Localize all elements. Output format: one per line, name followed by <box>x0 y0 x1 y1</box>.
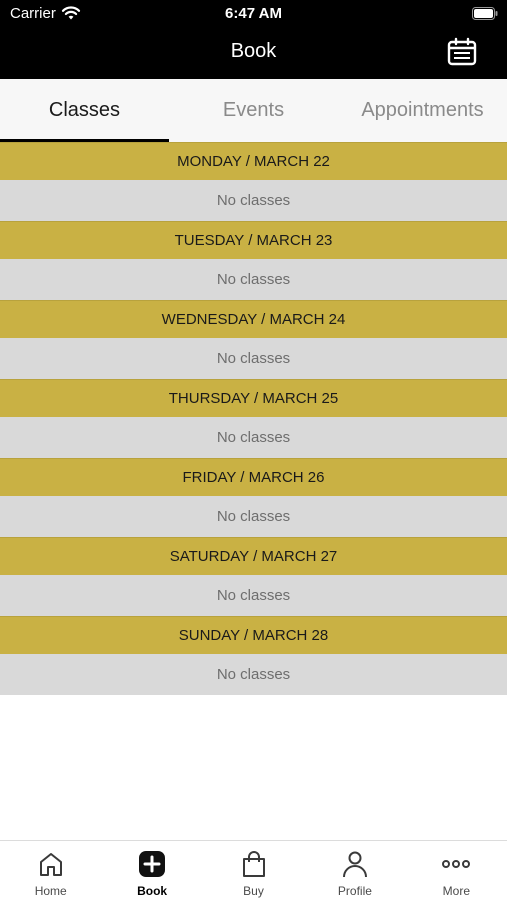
day-header: SUNDAY / MARCH 28 <box>0 616 507 654</box>
tabbar-label: Book <box>137 884 168 898</box>
no-classes-row: No classes <box>0 259 507 300</box>
no-classes-row: No classes <box>0 417 507 458</box>
tab-classes[interactable]: Classes <box>0 79 169 142</box>
status-bar: Carrier 6:47 AM <box>0 0 507 28</box>
tabbar-label: Profile <box>337 884 372 898</box>
day-header: MONDAY / MARCH 22 <box>0 142 507 180</box>
tabbar-label: Home <box>34 884 67 898</box>
more-icon <box>442 860 471 868</box>
bag-icon <box>242 851 265 877</box>
status-time: 6:47 AM <box>225 5 282 22</box>
class-schedule: MONDAY / MARCH 22 No classes TUESDAY / M… <box>0 142 507 695</box>
app-header: Carrier 6:47 AM Book <box>0 0 507 79</box>
calendar-button[interactable] <box>444 34 480 70</box>
day-header: WEDNESDAY / MARCH 24 <box>0 300 507 338</box>
tabbar-buy[interactable]: Buy <box>203 841 304 901</box>
home-icon <box>39 853 62 876</box>
day-header: TUESDAY / MARCH 23 <box>0 221 507 259</box>
no-classes-row: No classes <box>0 496 507 537</box>
bottom-tab-bar: Home Book Buy Profile More <box>0 840 507 901</box>
tab-appointments[interactable]: Appointments <box>338 79 507 142</box>
battery-icon <box>472 7 498 20</box>
tabbar-book[interactable]: Book <box>101 841 202 901</box>
no-classes-row: No classes <box>0 338 507 379</box>
no-classes-row: No classes <box>0 575 507 616</box>
tabbar-more[interactable]: More <box>406 841 507 901</box>
no-classes-row: No classes <box>0 180 507 221</box>
tab-events[interactable]: Events <box>169 79 338 142</box>
calendar-icon <box>447 37 477 66</box>
tabbar-label: More <box>442 884 470 898</box>
plus-icon <box>139 851 166 877</box>
tabbar-home[interactable]: Home <box>0 841 101 901</box>
tabbar-profile[interactable]: Profile <box>304 841 405 901</box>
day-header: FRIDAY / MARCH 26 <box>0 458 507 496</box>
day-header: SATURDAY / MARCH 27 <box>0 537 507 575</box>
tabbar-label: Buy <box>243 884 264 898</box>
page-title: Book <box>230 40 277 62</box>
booking-tabs: Classes Events Appointments <box>0 79 507 142</box>
person-icon <box>342 851 367 878</box>
day-header: THURSDAY / MARCH 25 <box>0 379 507 417</box>
no-classes-row: No classes <box>0 654 507 695</box>
